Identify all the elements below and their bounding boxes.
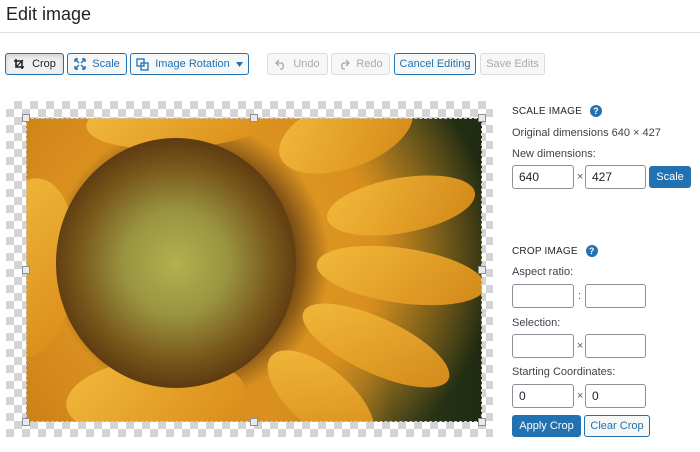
rotation-icon — [136, 57, 149, 71]
original-dimensions: Original dimensions 640 × 427 — [512, 127, 661, 139]
scale-image-title: SCALE IMAGE — [512, 105, 582, 117]
apply-crop-button[interactable]: Apply Crop — [512, 415, 581, 437]
crop-handle-bottom-left[interactable] — [22, 418, 30, 426]
scale-apply-button[interactable]: Scale — [649, 166, 691, 188]
scale-height-input[interactable] — [585, 165, 646, 189]
start-x-input[interactable] — [512, 384, 574, 408]
redo-button[interactable]: Redo — [331, 53, 390, 75]
aspect-ratio-label: Aspect ratio: — [512, 266, 574, 278]
aspect-ratio-height-input[interactable] — [585, 284, 646, 308]
selection-separator: × — [577, 340, 584, 352]
crop-handle-top-right[interactable] — [478, 114, 486, 122]
image-rotation-label: Image Rotation — [155, 58, 230, 70]
crop-button[interactable]: Crop — [5, 53, 64, 75]
scale-button-label: Scale — [92, 58, 120, 70]
undo-icon — [275, 59, 287, 70]
title-divider — [0, 32, 700, 33]
crop-handle-bottom-right[interactable] — [478, 418, 486, 426]
crop-selection-frame[interactable] — [26, 118, 482, 422]
image-rotation-dropdown[interactable]: Image Rotation — [130, 53, 249, 75]
crop-icon — [13, 58, 26, 71]
save-edits-button[interactable]: Save Edits — [480, 53, 545, 75]
crop-button-label: Crop — [32, 58, 56, 70]
cancel-editing-button[interactable]: Cancel Editing — [394, 53, 476, 75]
scale-button[interactable]: Scale — [67, 53, 127, 75]
redo-button-label: Redo — [356, 58, 383, 70]
new-dimensions-label: New dimensions: — [512, 148, 596, 160]
cancel-editing-label: Cancel Editing — [399, 58, 471, 70]
crop-image-title: CROP IMAGE — [512, 245, 578, 257]
aspect-ratio-separator: : — [578, 290, 582, 302]
clear-crop-button[interactable]: Clear Crop — [584, 415, 650, 437]
start-separator: × — [577, 390, 584, 402]
aspect-ratio-width-input[interactable] — [512, 284, 574, 308]
scale-width-input[interactable] — [512, 165, 574, 189]
image-canvas[interactable] — [6, 101, 493, 437]
help-icon[interactable]: ? — [590, 105, 602, 117]
save-edits-label: Save Edits — [486, 58, 539, 70]
redo-icon — [338, 59, 351, 70]
help-icon[interactable]: ? — [585, 245, 598, 257]
selection-label: Selection: — [512, 317, 561, 329]
crop-handle-top[interactable] — [250, 114, 258, 122]
crop-handle-bottom[interactable] — [250, 418, 258, 426]
undo-button-label: Undo — [293, 58, 320, 70]
scale-separator: × — [577, 171, 584, 183]
selection-height-input[interactable] — [585, 334, 646, 358]
undo-button[interactable]: Undo — [267, 53, 328, 75]
selection-width-input[interactable] — [512, 334, 574, 358]
scale-icon — [74, 58, 86, 70]
crop-handle-right[interactable] — [478, 266, 486, 274]
starting-coordinates-label: Starting Coordinates: — [512, 366, 616, 378]
page-title: Edit image — [6, 4, 92, 24]
scale-image-heading: SCALE IMAGE ? — [512, 105, 602, 117]
start-y-input[interactable] — [585, 384, 646, 408]
crop-handle-top-left[interactable] — [22, 114, 30, 122]
chevron-down-icon — [235, 61, 243, 67]
crop-handle-left[interactable] — [22, 266, 30, 274]
crop-image-heading: CROP IMAGE ? — [512, 245, 598, 257]
